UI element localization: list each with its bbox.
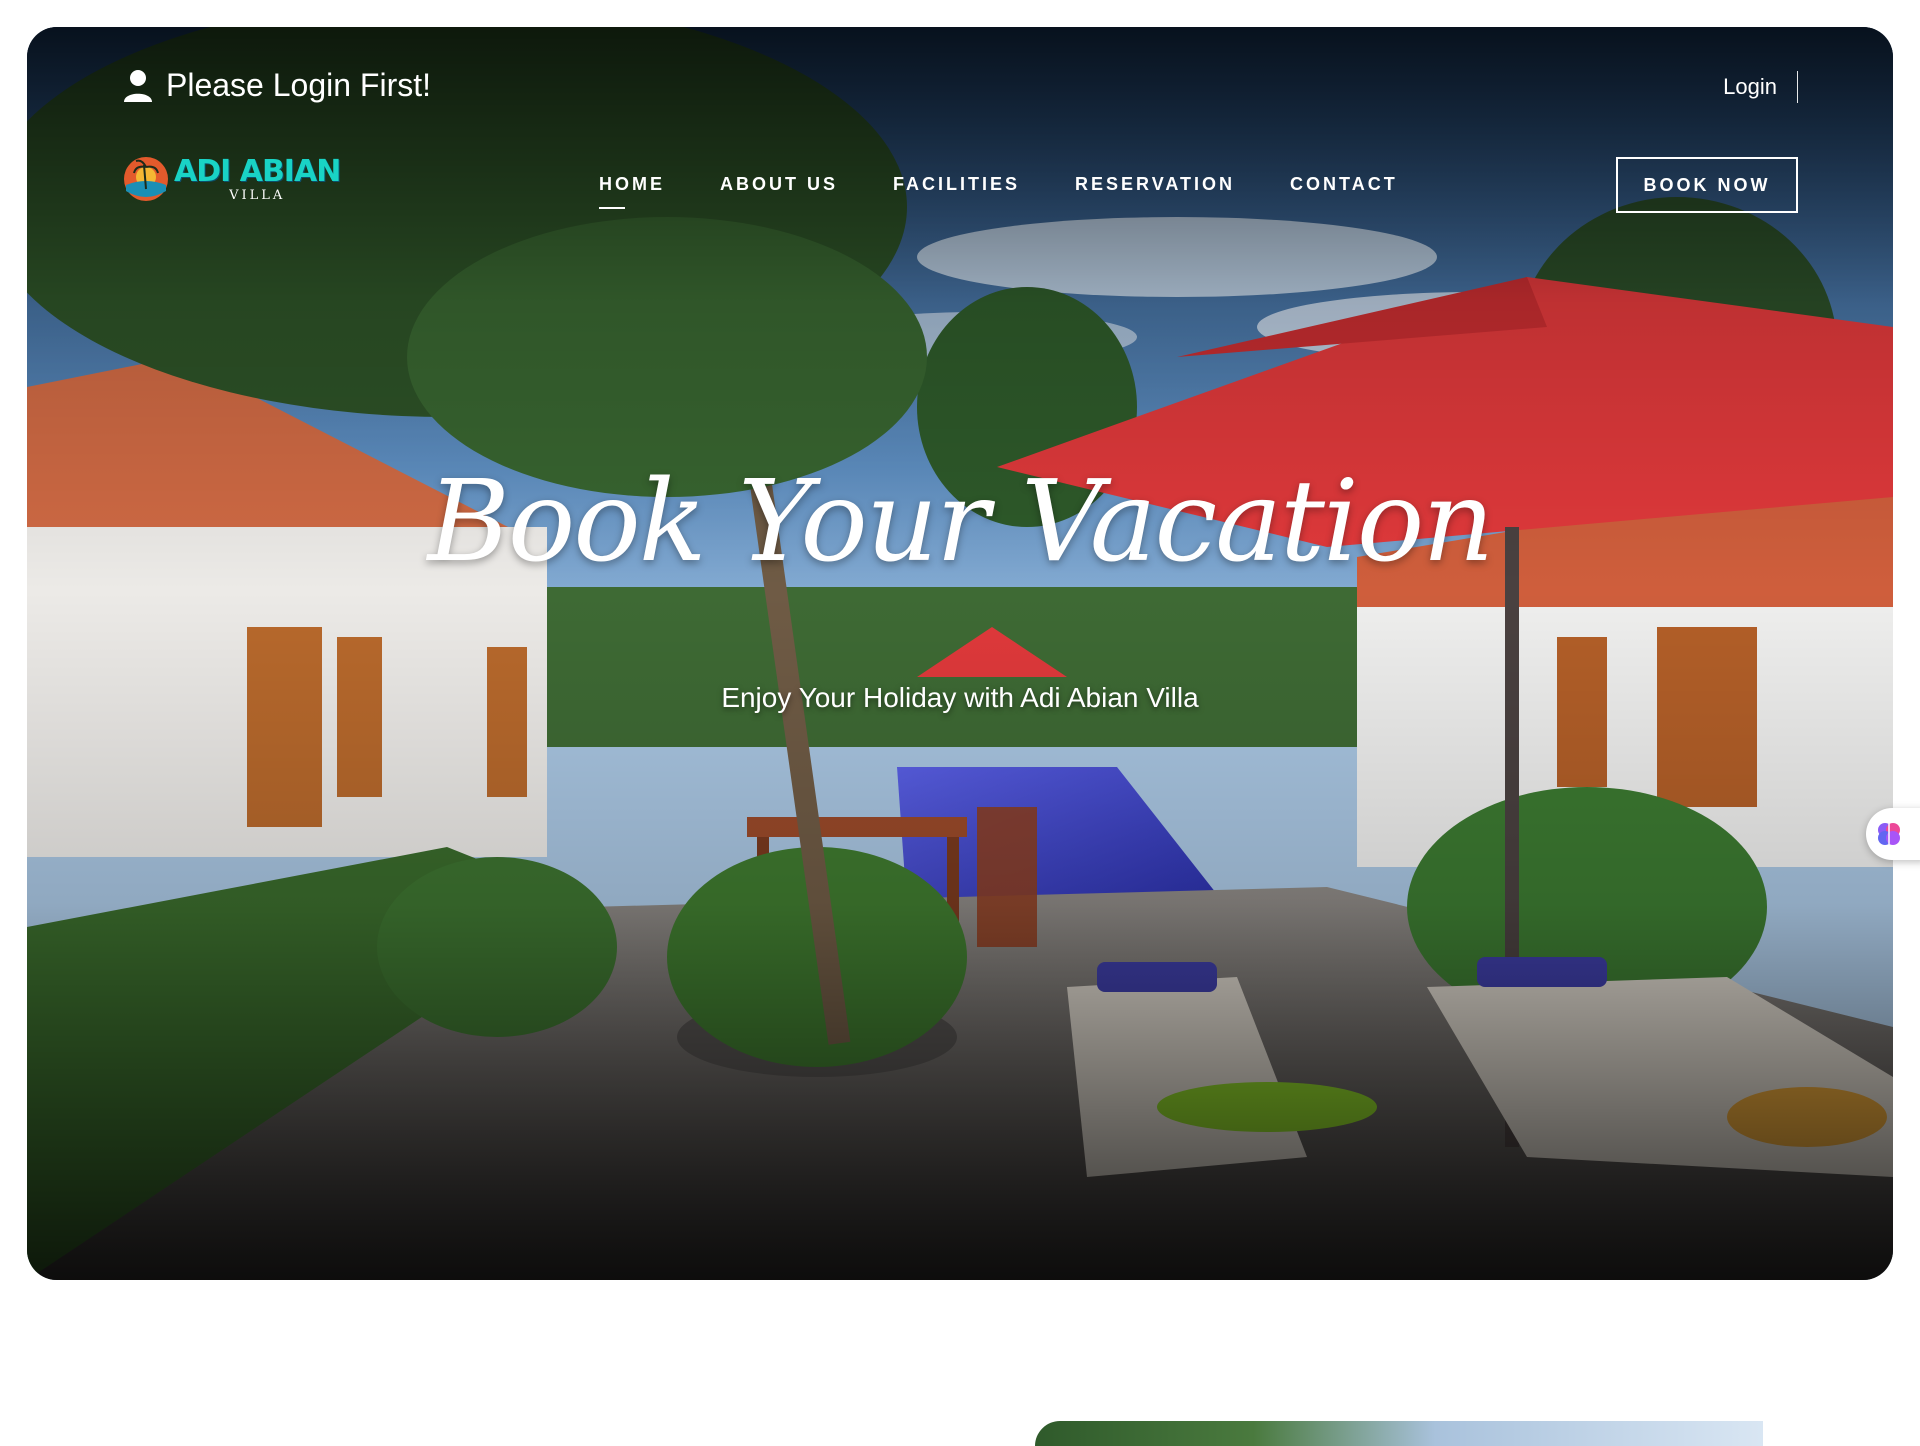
nav-home[interactable]: HOME — [599, 174, 665, 209]
hero-subheadline: Enjoy Your Holiday with Adi Abian Villa — [721, 682, 1199, 713]
main-nav: HOME ABOUT US FACILITIES RESERVATION CON… — [599, 174, 1453, 209]
nav-facilities[interactable]: FACILITIES — [893, 174, 1020, 195]
site-logo[interactable]: ADI ABIAN VILLA — [122, 153, 341, 203]
assistant-widget[interactable] — [1866, 808, 1920, 860]
logo-title: ADI ABIAN — [174, 153, 341, 189]
login-prompt: Please Login First! — [122, 67, 431, 104]
logo-subtitle: VILLA — [229, 187, 286, 203]
nav-reservation[interactable]: RESERVATION — [1075, 174, 1235, 195]
logo-mark-icon — [124, 157, 168, 201]
book-now-button[interactable]: BOOK NOW — [1616, 157, 1798, 213]
nav-contact[interactable]: CONTACT — [1290, 174, 1398, 195]
section-preview-image — [1035, 1421, 1763, 1446]
login-prompt-text: Please Login First! — [166, 67, 432, 103]
hero-headline: Book Your Vacation — [427, 457, 1495, 587]
login-link[interactable]: Login — [1723, 71, 1798, 103]
user-icon — [124, 69, 152, 102]
nav-about-us[interactable]: ABOUT US — [720, 174, 838, 195]
hero-banner: Please Login First! Login ADI ABIAN VILL… — [27, 27, 1893, 1280]
hero-overlay — [27, 27, 1893, 1280]
brain-icon — [1878, 823, 1900, 845]
